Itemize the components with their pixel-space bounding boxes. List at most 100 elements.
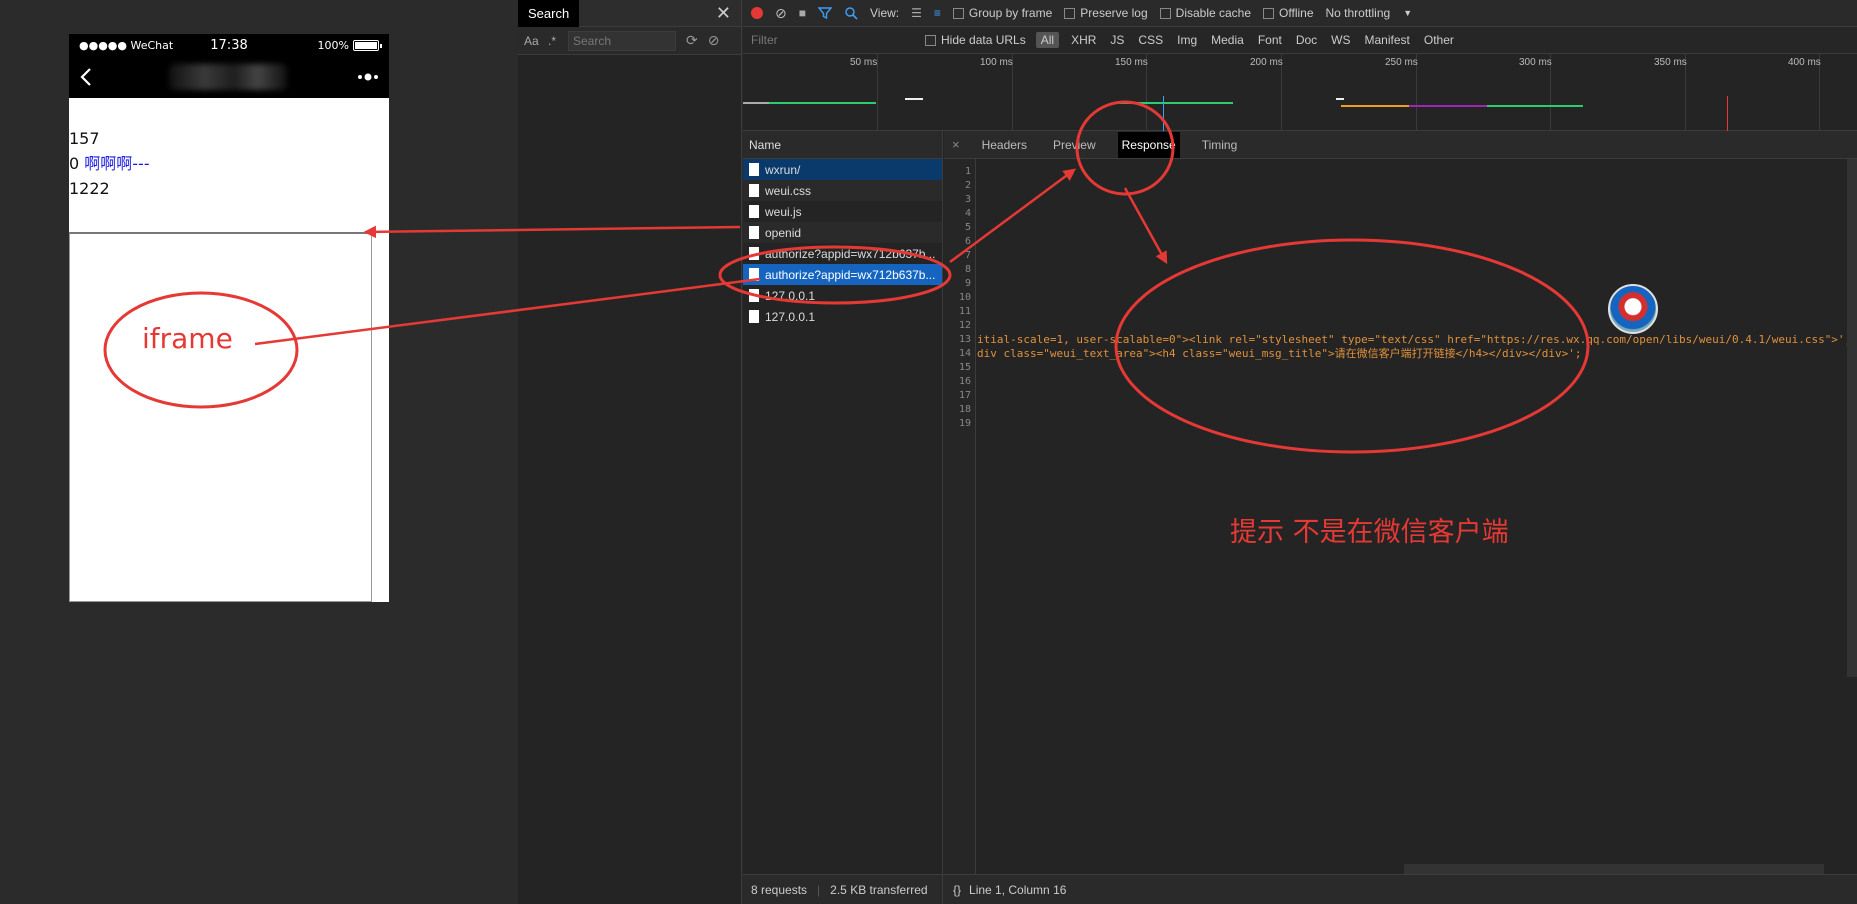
- filter-input[interactable]: [749, 30, 909, 50]
- tab-preview[interactable]: Preview: [1049, 132, 1100, 158]
- document-icon: [749, 310, 759, 323]
- search-tabbar: Search ✕: [518, 0, 741, 27]
- network-panel: ⊘ ■ View: ☰ ≡ Group by frame Preserve lo…: [743, 0, 1857, 904]
- video-camera-icon[interactable]: ■: [799, 6, 806, 20]
- user-avatar: [1608, 284, 1658, 334]
- filter-bar: Hide data URLs All XHR JS CSS Img Media …: [743, 27, 1857, 54]
- line-number-gutter: 1 2 3 4 5 6 7 8 9 10 11 12 13 14 15 16 1…: [944, 159, 976, 874]
- waterfall-view-icon[interactable]: ≡: [934, 6, 941, 20]
- request-row[interactable]: 127.0.0.1: [743, 285, 942, 306]
- search-toolbar: Aa .* ⟳ ⊘: [518, 27, 741, 55]
- iframe-annotation-label: iframe: [142, 322, 233, 355]
- vertical-scrollbar[interactable]: [1847, 159, 1857, 677]
- tick-label: 100 ms: [980, 57, 1013, 68]
- filter-icon[interactable]: [817, 6, 832, 20]
- content-link[interactable]: 啊啊啊---: [84, 154, 149, 173]
- offline-checkbox[interactable]: Offline: [1263, 6, 1314, 20]
- search-input[interactable]: [568, 30, 676, 51]
- match-case-toggle[interactable]: Aa: [524, 34, 542, 48]
- clear-icon[interactable]: ⊘: [775, 5, 787, 22]
- tab-search[interactable]: Search: [518, 0, 580, 27]
- request-row[interactable]: weui.css: [743, 180, 942, 201]
- request-row[interactable]: openid: [743, 222, 942, 243]
- request-list: Name wxrun/ weui.css weui.js openid auth…: [743, 131, 943, 874]
- carrier-label: ●●●●● WeChat: [79, 38, 174, 52]
- network-status-bar: 8 requests | 2.5 KB transferred {} Line …: [743, 874, 1857, 904]
- blurred-page-title: [169, 64, 287, 90]
- regex-toggle[interactable]: .*: [548, 34, 562, 48]
- code-line-13: itial-scale=1, user-scalable=0"><link re…: [977, 333, 1847, 346]
- disable-cache-checkbox[interactable]: Disable cache: [1159, 6, 1251, 20]
- type-filter-font[interactable]: Font: [1256, 32, 1284, 48]
- request-detail: × Headers Preview Response Timing 1 2 3 …: [944, 131, 1857, 874]
- search-panel: Search ✕ Aa .* ⟳ ⊘: [518, 0, 742, 904]
- phone-nav-bar: [69, 56, 389, 98]
- tab-response[interactable]: Response: [1117, 131, 1180, 158]
- back-icon[interactable]: [79, 67, 93, 87]
- throttling-select[interactable]: No throttling ▼: [1326, 6, 1413, 20]
- content-line-1: 157: [69, 129, 100, 148]
- pretty-print-button[interactable]: {}: [953, 883, 961, 897]
- timeline-overview[interactable]: 50 ms 100 ms 150 ms 200 ms 250 ms 300 ms…: [743, 54, 1857, 144]
- name-column-header[interactable]: Name: [743, 131, 942, 159]
- type-filter-xhr[interactable]: XHR: [1069, 32, 1098, 48]
- cursor-position: Line 1, Column 16: [969, 882, 1067, 897]
- tick-label: 150 ms: [1115, 57, 1148, 68]
- transferred-size: 2.5 KB transferred: [830, 882, 928, 897]
- document-icon: [749, 184, 759, 197]
- view-label: View:: [869, 6, 900, 20]
- document-icon: [749, 268, 759, 281]
- hint-annotation-label: 提示 不是在微信客户端: [1230, 517, 1509, 548]
- close-icon[interactable]: ✕: [716, 3, 731, 24]
- document-icon: [749, 289, 759, 302]
- tab-timing[interactable]: Timing: [1198, 132, 1242, 158]
- embedded-iframe: [69, 232, 372, 602]
- content-line-3: 1222: [69, 179, 110, 198]
- phone-simulator: ●●●●● WeChat 17:38 100% 157 0 啊啊啊--- 122…: [69, 34, 389, 602]
- type-filter-css[interactable]: CSS: [1136, 32, 1165, 48]
- code-line-14: div class="weui_text_area"><h4 class="we…: [977, 347, 1582, 360]
- chevron-down-icon: ▼: [1403, 8, 1413, 18]
- clear-icon[interactable]: ⊘: [708, 32, 720, 49]
- tab-headers[interactable]: Headers: [978, 132, 1031, 158]
- tick-label: 300 ms: [1519, 57, 1552, 68]
- page-content: 157 0 啊啊啊--- 1222: [69, 98, 389, 201]
- document-icon: [749, 226, 759, 239]
- type-filter-ws[interactable]: WS: [1329, 32, 1352, 48]
- phone-status-bar: ●●●●● WeChat 17:38 100%: [69, 34, 389, 56]
- horizontal-scrollbar[interactable]: [1404, 864, 1824, 874]
- list-view-icon[interactable]: ☰: [911, 6, 922, 20]
- clock-label: 17:38: [210, 37, 248, 53]
- type-filter-all[interactable]: All: [1035, 32, 1060, 48]
- type-filter-media[interactable]: Media: [1209, 32, 1246, 48]
- content-line-2: 0 啊啊啊---: [69, 151, 389, 176]
- refresh-icon[interactable]: ⟳: [686, 32, 698, 49]
- request-row[interactable]: weui.js: [743, 201, 942, 222]
- group-by-frame-checkbox[interactable]: Group by frame: [952, 6, 1052, 20]
- type-filter-img[interactable]: Img: [1175, 32, 1199, 48]
- request-row-selected[interactable]: authorize?appid=wx712b637b...: [743, 264, 942, 285]
- type-filter-js[interactable]: JS: [1108, 32, 1126, 48]
- content-number: 0: [69, 154, 80, 173]
- more-options-icon[interactable]: [357, 72, 379, 82]
- hide-data-urls-checkbox[interactable]: Hide data URLs: [925, 33, 1026, 47]
- request-row[interactable]: wxrun/: [743, 159, 942, 180]
- type-filter-doc[interactable]: Doc: [1294, 32, 1319, 48]
- battery-percent: 100%: [317, 38, 349, 52]
- document-icon: [749, 247, 759, 260]
- request-row[interactable]: authorize?appid=wx712b637b...: [743, 243, 942, 264]
- tick-label: 350 ms: [1654, 57, 1687, 68]
- tick-label: 200 ms: [1250, 57, 1283, 68]
- type-filter-manifest[interactable]: Manifest: [1363, 32, 1412, 48]
- search-icon[interactable]: [844, 6, 858, 20]
- close-detail-icon[interactable]: ×: [952, 137, 960, 152]
- network-toolbar: ⊘ ■ View: ☰ ≡ Group by frame Preserve lo…: [743, 0, 1857, 27]
- request-row[interactable]: 127.0.0.1: [743, 306, 942, 327]
- record-icon[interactable]: [751, 7, 763, 19]
- tick-label: 400 ms: [1788, 57, 1821, 68]
- type-filter-other[interactable]: Other: [1422, 32, 1456, 48]
- request-count: 8 requests: [751, 882, 808, 897]
- battery-indicator: 100%: [317, 38, 382, 52]
- document-icon: [749, 205, 759, 218]
- preserve-log-checkbox[interactable]: Preserve log: [1064, 6, 1148, 20]
